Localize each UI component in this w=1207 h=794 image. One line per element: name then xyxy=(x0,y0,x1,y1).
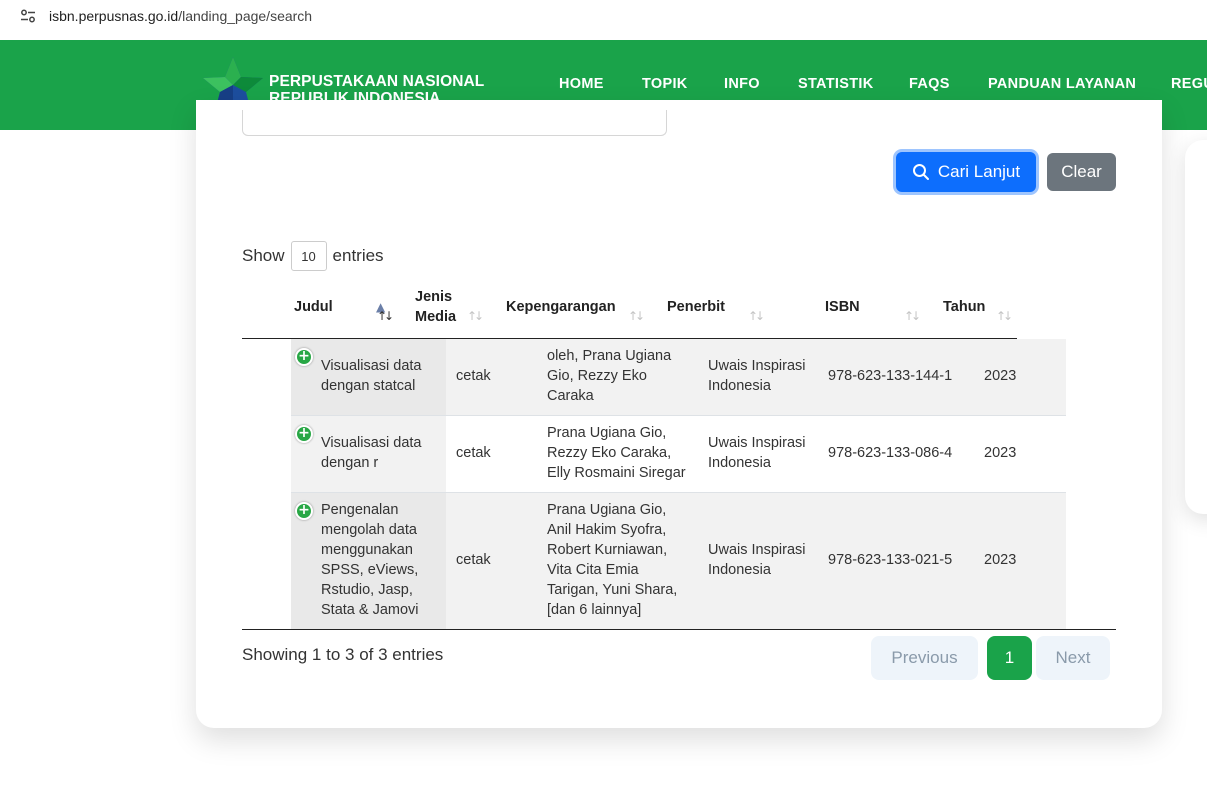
cell-jenis: cetak xyxy=(456,552,491,568)
entries-label: entries xyxy=(332,246,384,265)
judul-line: SPSS, eViews, xyxy=(321,562,419,578)
show-label: Show xyxy=(242,246,285,265)
pagination-page-1-button[interactable]: 1 xyxy=(987,636,1032,680)
cell-kepengarangan: oleh, Prana Ugiana Gio, Rezzy Eko Caraka xyxy=(547,346,671,406)
penerbit-line: Indonesia xyxy=(708,455,771,471)
judul-line: Stata & Jamovi xyxy=(321,602,419,618)
cell-kepengarangan: Prana Ugiana Gio, Rezzy Eko Caraka, Elly… xyxy=(547,423,686,483)
author-line: Elly Rosmaini Siregar xyxy=(547,465,686,481)
nav-topik[interactable]: TOPIK xyxy=(642,76,688,92)
header-penerbit[interactable]: Penerbit xyxy=(667,297,725,317)
cell-judul: Pengenalan mengolah data menggunakan SPS… xyxy=(321,500,419,620)
table-footer-divider xyxy=(242,629,1116,630)
cari-lanjut-button[interactable]: Cari Lanjut xyxy=(896,152,1036,192)
sort-judul-arrows-icon: ↑↓ xyxy=(377,309,394,323)
header-judul[interactable]: Judul xyxy=(294,297,333,317)
judul-line: Pengenalan xyxy=(321,502,399,518)
judul-line: Visualisasi data xyxy=(321,435,422,451)
penerbit-line: Indonesia xyxy=(708,562,771,578)
author-line: Anil Hakim Syofra, xyxy=(547,522,667,538)
header-tahun[interactable]: Tahun xyxy=(943,297,985,317)
sort-jenis-icon[interactable]: ↑↓ xyxy=(467,309,484,323)
cell-isbn: 978-623-133-144-1 xyxy=(828,368,953,384)
penerbit-line: Uwais Inspirasi xyxy=(708,542,806,558)
header-jenis-line-2: Media xyxy=(415,309,457,325)
side-panel-card xyxy=(1185,140,1207,514)
author-line: Robert Kurniawan, xyxy=(547,542,668,558)
cell-isbn: 978-623-133-021-5 xyxy=(828,552,953,568)
nav-info[interactable]: INFO xyxy=(724,76,760,92)
cell-tahun: 2023 xyxy=(984,445,1017,461)
penerbit-line: Uwais Inspirasi xyxy=(708,358,806,374)
expand-row-plus-icon[interactable]: + xyxy=(295,348,313,366)
penerbit-line: Uwais Inspirasi xyxy=(708,435,806,451)
search-icon xyxy=(912,164,929,180)
expand-row-plus-icon[interactable]: + xyxy=(295,425,313,443)
sort-tahun-icon[interactable]: ↑↓ xyxy=(996,309,1013,323)
author-line: Tarigan, Yuni Shara, xyxy=(547,582,678,598)
cell-jenis: cetak xyxy=(456,368,491,384)
header-jenis-line-1: Jenis xyxy=(415,289,453,305)
sort-isbn-icon[interactable]: ↑↓ xyxy=(904,309,921,323)
pagination-next-button[interactable]: Next xyxy=(1036,636,1110,680)
author-line: Vita Cita Emia xyxy=(547,562,639,578)
browser-url-bar[interactable]: isbn.perpusnas.go.id/landing_page/search xyxy=(0,0,1207,34)
judul-line: Visualisasi data xyxy=(321,358,422,374)
expand-row-plus-icon[interactable]: + xyxy=(295,502,313,520)
table-row[interactable]: + Visualisasi data dengan statcal cetak … xyxy=(291,339,1066,416)
cell-tahun: 2023 xyxy=(984,552,1017,568)
url-text[interactable]: isbn.perpusnas.go.id/landing_page/search xyxy=(49,8,312,24)
cell-kepengarangan: Prana Ugiana Gio, Anil Hakim Syofra, Rob… xyxy=(547,500,677,620)
judul-line: Rstudio, Jasp, xyxy=(321,582,413,598)
cell-jenis: cetak xyxy=(456,445,491,461)
table-row[interactable]: + Visualisasi data dengan r cetak Prana … xyxy=(291,416,1066,493)
entries-per-page-select[interactable]: 10 xyxy=(290,241,327,271)
pagination-previous-button[interactable]: Previous xyxy=(871,636,978,680)
author-line: Prana Ugiana Gio, xyxy=(547,502,667,518)
sort-penerbit-icon[interactable]: ↑↓ xyxy=(748,309,765,323)
cell-penerbit: Uwais Inspirasi Indonesia xyxy=(708,356,806,396)
show-entries-control: Show 10 entries xyxy=(242,241,384,271)
author-line: Prana Ugiana Gio, xyxy=(547,425,667,441)
table-row[interactable]: + Pengenalan mengolah data menggunakan S… xyxy=(291,493,1066,629)
author-line: [dan 6 lainnya] xyxy=(547,602,642,618)
header-kepengarangan[interactable]: Kepengarangan xyxy=(506,297,616,317)
cell-penerbit: Uwais Inspirasi Indonesia xyxy=(708,433,806,473)
search-field-partial[interactable] xyxy=(242,110,667,136)
header-jenis-media[interactable]: Jenis Media xyxy=(415,287,456,327)
judul-line: dengan r xyxy=(321,455,379,471)
showing-entries-info: Showing 1 to 3 of 3 entries xyxy=(242,645,444,664)
author-line: Caraka xyxy=(547,388,594,404)
site-settings-icon[interactable] xyxy=(20,9,36,23)
cell-isbn: 978-623-133-086-4 xyxy=(828,445,953,461)
author-line: oleh, Prana Ugiana xyxy=(547,348,672,364)
cell-tahun: 2023 xyxy=(984,368,1017,384)
cari-lanjut-label: Cari Lanjut xyxy=(937,162,1021,181)
sort-kepengarangan-icon[interactable]: ↑↓ xyxy=(628,309,645,323)
nav-home[interactable]: HOME xyxy=(559,76,604,92)
clear-button[interactable]: Clear xyxy=(1047,153,1116,191)
url-path: /landing_page/search xyxy=(178,8,313,24)
header-isbn[interactable]: ISBN xyxy=(825,297,860,317)
judul-line: dengan statcal xyxy=(321,378,416,394)
author-line: Rezzy Eko Caraka, xyxy=(547,445,672,461)
penerbit-line: Indonesia xyxy=(708,378,771,394)
judul-line: mengolah data xyxy=(321,522,417,538)
nav-statistik[interactable]: STATISTIK xyxy=(798,76,873,92)
nav-regulasi[interactable]: REGU xyxy=(1171,76,1207,92)
url-host: isbn.perpusnas.go.id xyxy=(49,8,179,24)
cell-penerbit: Uwais Inspirasi Indonesia xyxy=(708,540,806,580)
nav-faqs[interactable]: FAQS xyxy=(909,76,950,92)
judul-line: menggunakan xyxy=(321,542,413,558)
nav-panduan-layanan[interactable]: PANDUAN LAYANAN xyxy=(988,76,1136,92)
author-line: Gio, Rezzy Eko xyxy=(547,368,647,384)
brand-line-1: PERPUSTAKAAN NASIONAL xyxy=(269,73,485,90)
cell-judul: Visualisasi data dengan statcal xyxy=(321,356,422,396)
clear-label: Clear xyxy=(1061,162,1102,181)
cell-judul: Visualisasi data dengan r xyxy=(321,433,422,473)
